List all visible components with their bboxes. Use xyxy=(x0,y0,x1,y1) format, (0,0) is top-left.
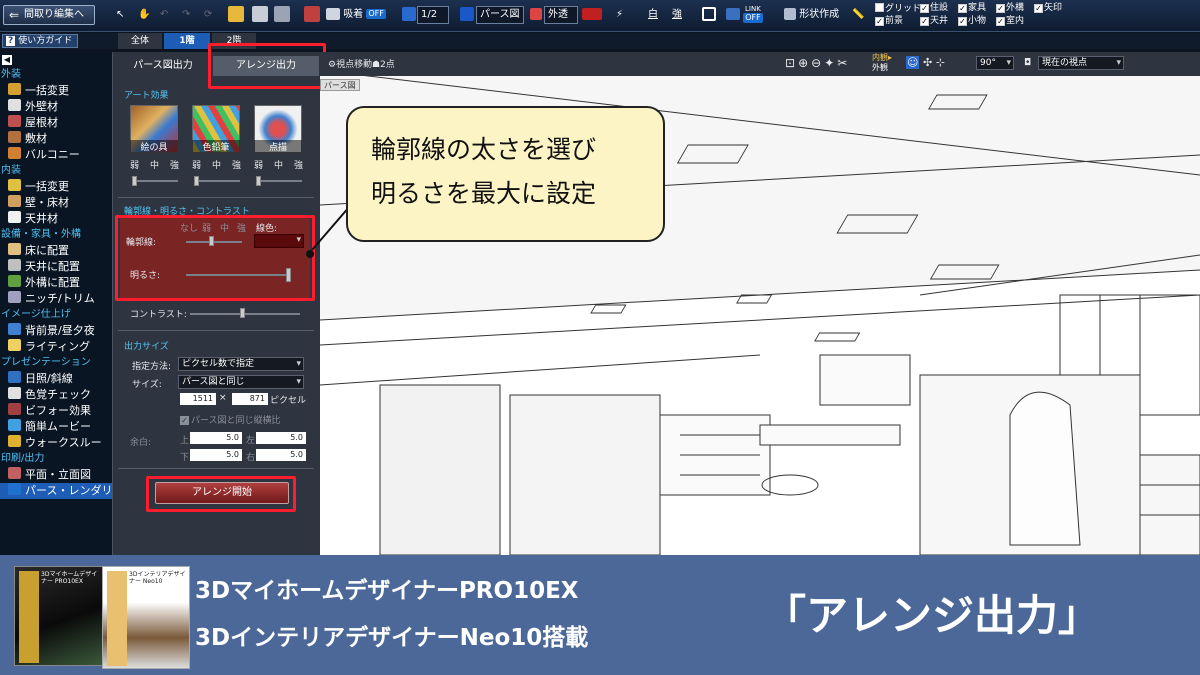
callout-line-2: 明るさを最大に設定 xyxy=(371,179,597,208)
product-box-pro10ex: 3Dマイホームデザイナー PRO10EX xyxy=(14,566,104,666)
callout-bubble: 輪郭線の太さを選び 明るさを最大に設定 xyxy=(346,106,665,242)
banner-product-2: 3DインテリアデザイナーNeo10搭載 xyxy=(195,625,589,651)
box2-spine xyxy=(107,571,127,666)
callout-line-1: 輪郭線の太さを選び xyxy=(371,135,597,164)
app-window: ⇐ 間取り編集へ ↖ ✋ ↶ ↷ ⟳ 吸着 OFF 1/2 パース図 外透 ⚡ 白… xyxy=(0,0,1200,675)
banner-product-1: 3DマイホームデザイナーPRO10EX xyxy=(195,578,579,604)
box1-text: 3Dマイホームデザイナー PRO10EX xyxy=(41,571,98,585)
product-box-neo10: 3Dインテリアデザイナー Neo10 xyxy=(102,566,190,669)
banner-feature-title: 「アレンジ出力」 xyxy=(764,591,1101,640)
box2-text: 3Dインテリアデザイナー Neo10 xyxy=(129,571,186,585)
box1-spine xyxy=(19,571,39,663)
